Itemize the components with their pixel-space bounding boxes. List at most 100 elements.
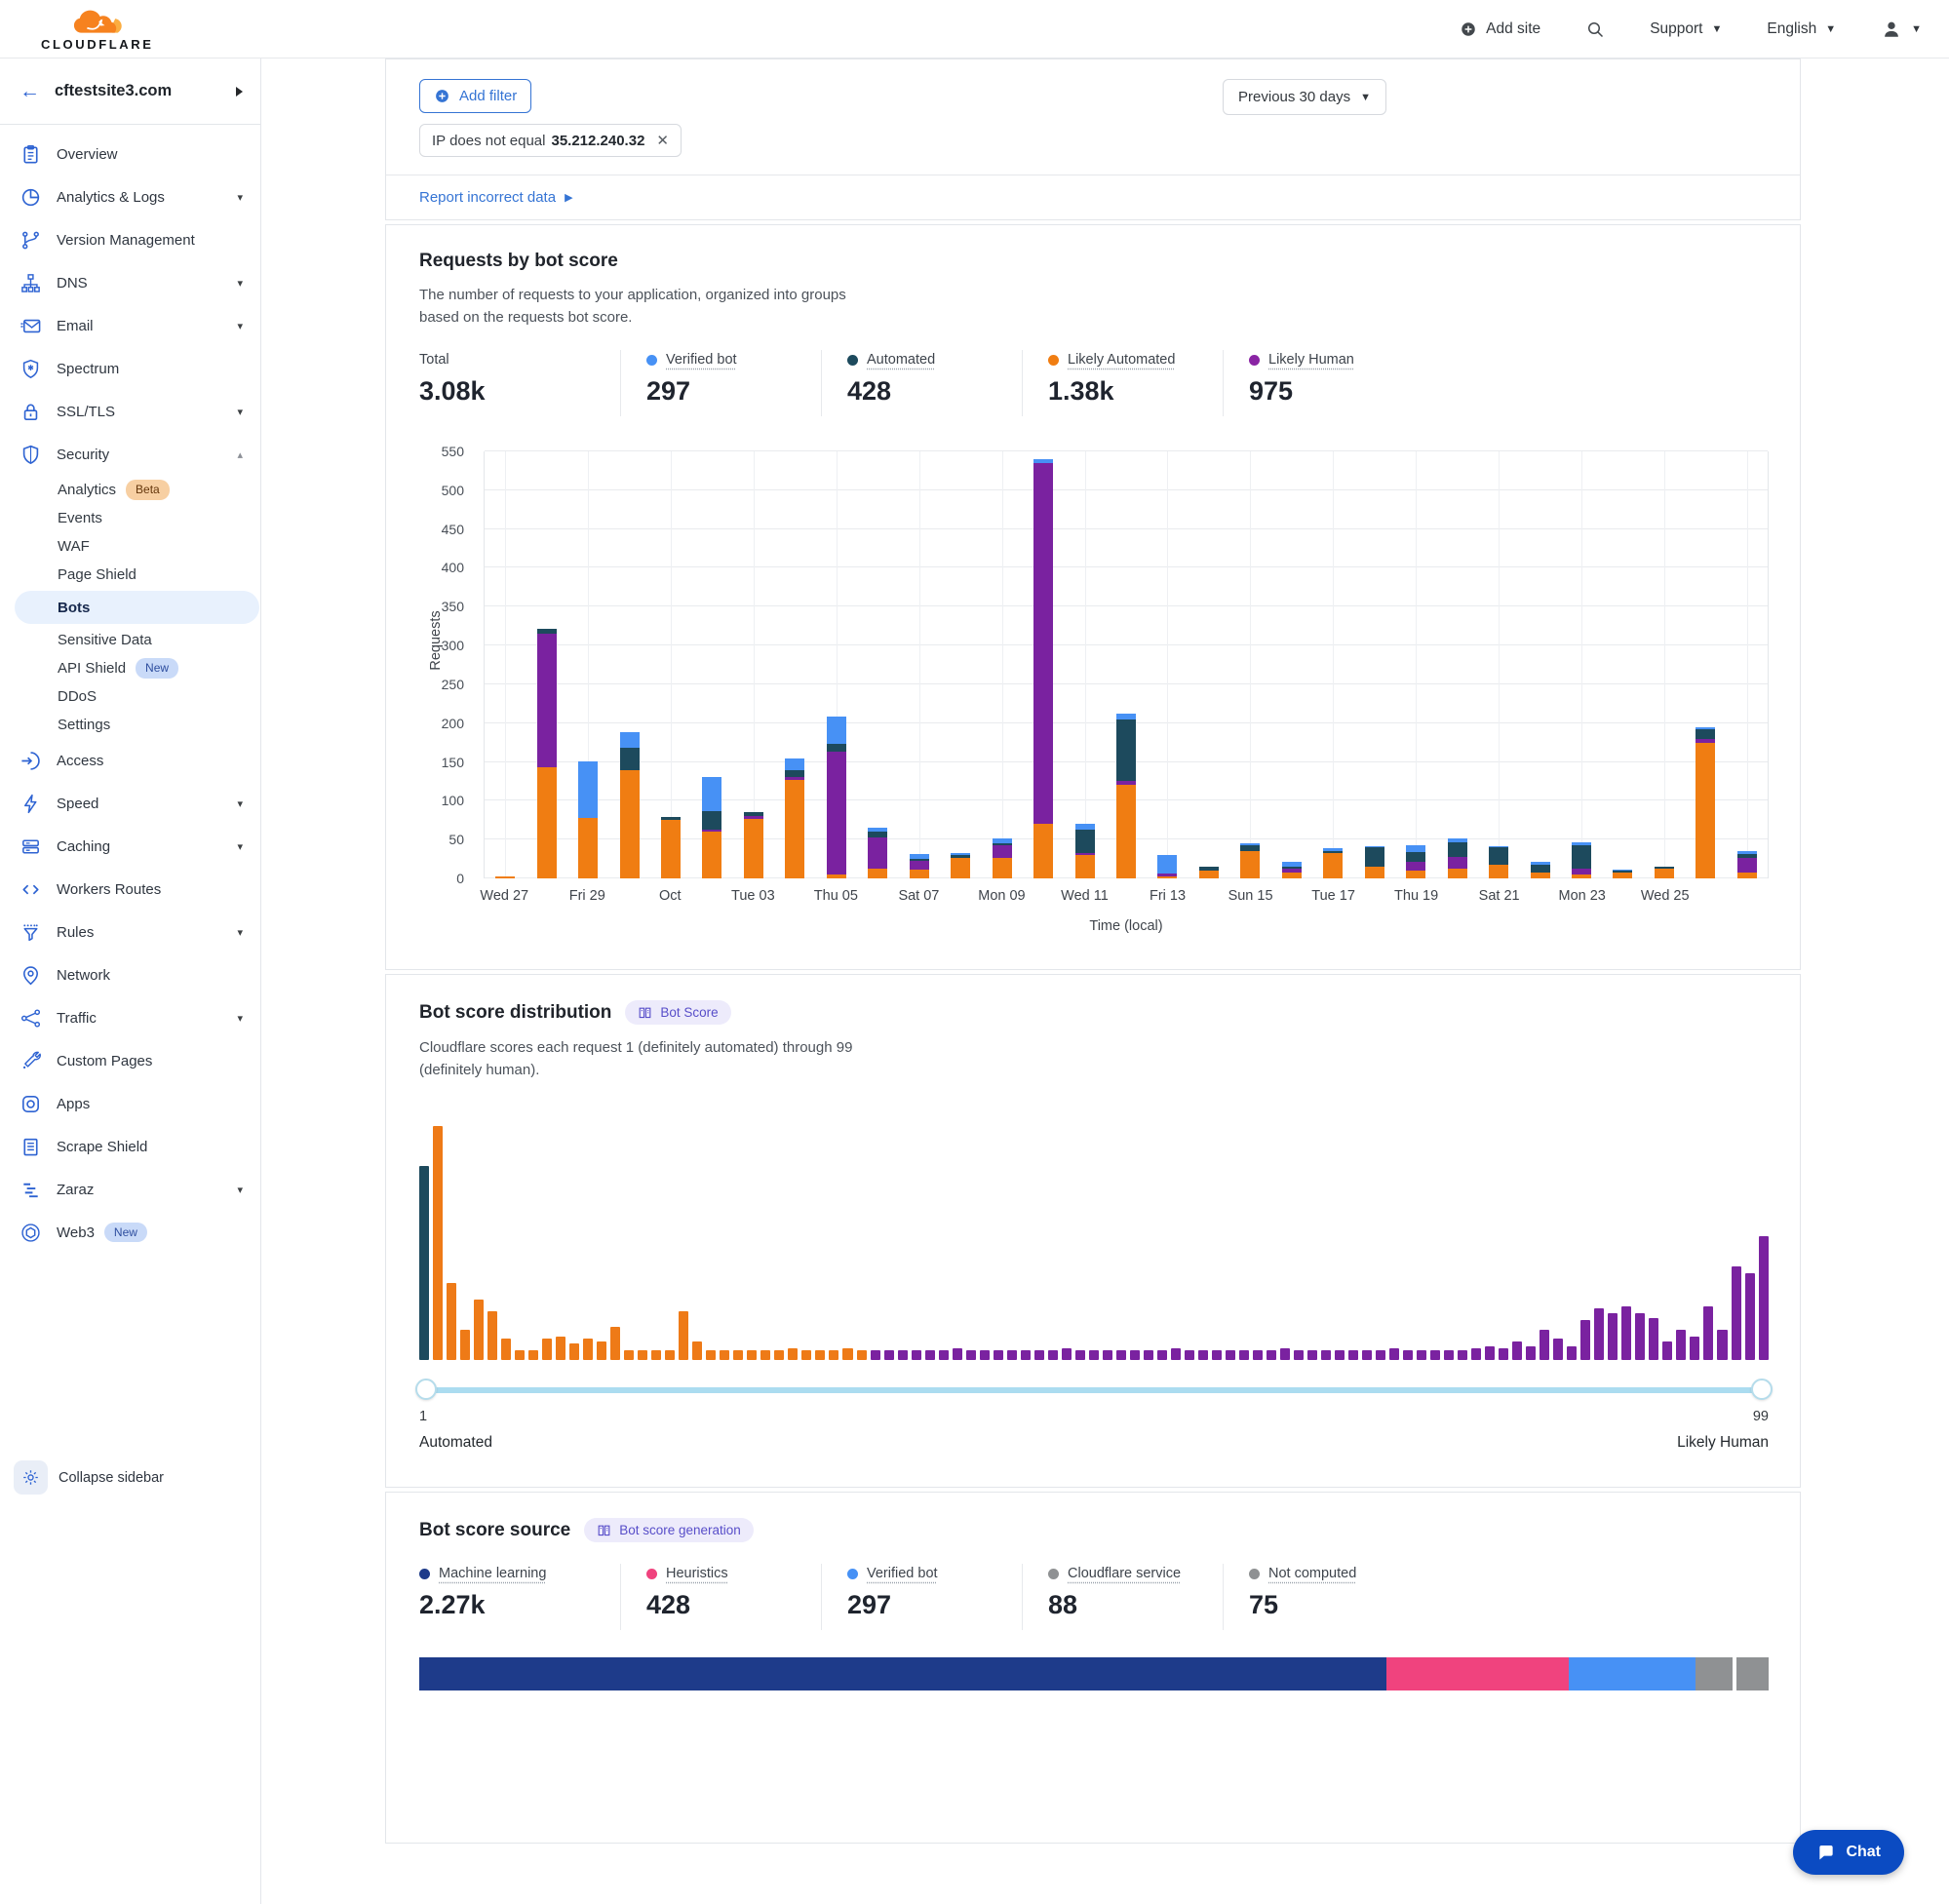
bar-segment (993, 858, 1012, 878)
histogram-bar (1198, 1350, 1208, 1360)
bar-segment (1696, 743, 1715, 878)
sidebar-item-network[interactable]: Network (0, 953, 260, 996)
sidebar-item-security-page-shield[interactable]: Page Shield (0, 561, 260, 589)
bar-segment (1448, 842, 1467, 856)
remove-filter-icon[interactable]: ✕ (656, 132, 669, 149)
histogram-bar (1621, 1306, 1631, 1360)
sidebar-item-web3[interactable]: Web3New (0, 1211, 260, 1254)
histogram-bar (925, 1350, 935, 1360)
histogram-bar (1335, 1350, 1345, 1360)
sidebar-item-security-settings[interactable]: Settings (0, 711, 260, 739)
sidebar-item-security-bots[interactable]: Bots (15, 591, 259, 624)
sidebar-item-speed[interactable]: Speed▾ (0, 782, 260, 825)
histogram-bar (542, 1339, 552, 1360)
sidebar-item-access[interactable]: Access (0, 739, 260, 782)
sidebar-item-security-sensitive-data[interactable]: Sensitive Data (0, 626, 260, 654)
bar-segment (1075, 830, 1095, 853)
sidebar-item-version-management[interactable]: Version Management (0, 218, 260, 261)
sidebar-item-security-waf[interactable]: WAF (0, 532, 260, 561)
add-site-button[interactable]: Add site (1460, 20, 1540, 38)
x-tick-label: Fri 29 (569, 888, 605, 904)
chat-button[interactable]: Chat (1793, 1830, 1904, 1875)
chart-bar (1199, 451, 1219, 878)
bar-segment (1365, 847, 1384, 867)
histogram-bar (1144, 1350, 1153, 1360)
sidebar-item-scrape-shield[interactable]: Scrape Shield (0, 1125, 260, 1168)
sidebar-item-custom-pages[interactable]: Custom Pages (0, 1039, 260, 1082)
slider-handle-max[interactable] (1751, 1379, 1773, 1400)
language-menu[interactable]: English ▼ (1767, 20, 1836, 38)
sidebar-item-workers-routes[interactable]: Workers Routes (0, 868, 260, 911)
sidebar-item-security[interactable]: Security▴ (0, 433, 260, 476)
chart-bar (578, 451, 598, 878)
sidebar-item-security-api-shield[interactable]: API ShieldNew (0, 654, 260, 682)
collapse-sidebar-button[interactable]: Collapse sidebar (0, 1451, 260, 1504)
histogram-bar (774, 1350, 784, 1360)
site-breadcrumb[interactable]: ← cftestsite3.com (0, 58, 260, 125)
sidebar-item-ssl-tls[interactable]: SSL/TLS▾ (0, 390, 260, 433)
histogram-bar (638, 1350, 647, 1360)
histogram-bar (1580, 1320, 1590, 1360)
lock-icon (19, 401, 42, 423)
gear-icon[interactable] (14, 1460, 48, 1495)
sidebar-item-email[interactable]: Email▾ (0, 304, 260, 347)
histogram-bar (1485, 1346, 1495, 1360)
histogram-bar (692, 1341, 702, 1360)
bar-segment (1572, 874, 1591, 878)
bar-segment (620, 770, 640, 878)
user-icon (1881, 19, 1902, 40)
new-badge: New (136, 658, 178, 678)
sidebar-item-dns[interactable]: DNS▾ (0, 261, 260, 304)
cloudflare-service-dot-icon (1048, 1569, 1059, 1579)
bar-segment (1531, 873, 1550, 878)
y-tick-label: 150 (442, 755, 464, 770)
histogram-bar (1116, 1350, 1126, 1360)
sidebar-item-rules[interactable]: Rules▾ (0, 911, 260, 953)
histogram-bar (1103, 1350, 1112, 1360)
search-icon[interactable] (1585, 19, 1605, 39)
bar-segment (620, 748, 640, 769)
add-filter-button[interactable]: Add filter (419, 79, 531, 113)
back-arrow-icon[interactable]: ← (19, 80, 40, 103)
cloudflare-cloud-icon (69, 8, 126, 37)
histogram-bar (447, 1283, 456, 1360)
sidebar-item-security-events[interactable]: Events (0, 504, 260, 532)
book-icon (638, 1005, 652, 1020)
time-range-dropdown[interactable]: Previous 30 days ▼ (1223, 79, 1386, 115)
bar-segment (537, 634, 557, 767)
requests-stats-row: Total 3.08k Verified bot 297 Automated 4… (419, 350, 1769, 416)
filter-chip[interactable]: IP does not equal 35.212.240.32 ✕ (419, 124, 682, 157)
histogram-bar (898, 1350, 908, 1360)
sidebar-item-caching[interactable]: Caching▾ (0, 825, 260, 868)
zaraz-icon (19, 1179, 42, 1201)
sidebar-item-traffic[interactable]: Traffic▾ (0, 996, 260, 1039)
histogram-bar (1239, 1350, 1249, 1360)
share-nodes-icon (19, 1007, 42, 1030)
bar-segment (578, 761, 598, 818)
bot-score-badge[interactable]: Bot Score (625, 1000, 730, 1025)
histogram-bar (1185, 1350, 1194, 1360)
histogram-bar (569, 1343, 579, 1360)
slider-min-value: 1 (419, 1409, 427, 1424)
sidebar-item-zaraz[interactable]: Zaraz▾ (0, 1168, 260, 1211)
sidebar-item-security-ddos[interactable]: DDoS (0, 682, 260, 711)
sidebar-item-spectrum[interactable]: Spectrum (0, 347, 260, 390)
bar-segment (1157, 876, 1177, 878)
sidebar-item-analytics-logs[interactable]: Analytics & Logs▾ (0, 175, 260, 218)
bot-score-generation-badge[interactable]: Bot score generation (584, 1518, 754, 1542)
account-menu[interactable]: ▼ (1881, 19, 1922, 40)
report-incorrect-data-link[interactable]: Report incorrect data ▶ (386, 175, 1800, 219)
cloudflare-logo[interactable]: CLOUDFLARE (41, 8, 154, 51)
histogram-bar (528, 1350, 538, 1360)
chart-bar (868, 451, 887, 878)
chevron-down-icon: ▾ (237, 320, 243, 332)
bar-segment (827, 717, 846, 744)
sidebar-item-apps[interactable]: Apps (0, 1082, 260, 1125)
chevron-right-icon[interactable] (236, 87, 243, 97)
slider-track[interactable] (421, 1387, 1767, 1393)
sidebar-item-security-analytics[interactable]: AnalyticsBeta (0, 476, 260, 504)
slider-handle-min[interactable] (415, 1379, 437, 1400)
sidebar-item-overview[interactable]: Overview (0, 133, 260, 175)
histogram-bar (966, 1350, 976, 1360)
support-menu[interactable]: Support ▼ (1650, 20, 1722, 38)
